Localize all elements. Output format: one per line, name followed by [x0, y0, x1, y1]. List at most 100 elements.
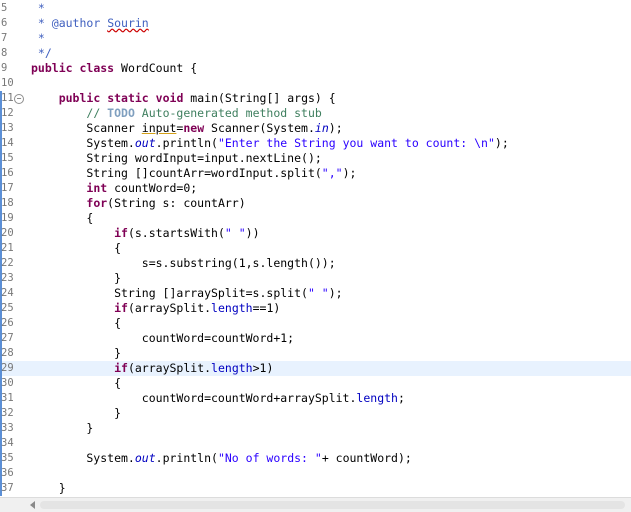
- line-number: 8: [1, 47, 8, 59]
- code-line[interactable]: 24 String []arraySplit=s.split(" ");: [0, 286, 631, 301]
- code-line[interactable]: 25 if(arraySplit.length==1): [0, 301, 631, 316]
- code-token: }: [31, 421, 94, 435]
- arrow-left-icon[interactable]: [30, 501, 35, 509]
- code-text: public static void main(String[] args) {: [31, 91, 336, 106]
- code-token: if: [114, 226, 128, 240]
- line-number: 24: [1, 287, 14, 299]
- line-number: 5: [1, 2, 8, 14]
- code-token: *: [31, 1, 45, 15]
- code-line[interactable]: 18 for(String s: countArr): [0, 196, 631, 211]
- code-token: *: [31, 31, 45, 45]
- code-token: ",": [321, 166, 343, 180]
- minus-icon[interactable]: −: [14, 94, 24, 104]
- code-text: s=s.substring(1,s.length());: [31, 256, 336, 271]
- code-token: s=s.substring(1,s.length());: [31, 256, 336, 270]
- code-line[interactable]: 5 *: [0, 1, 631, 16]
- code-token: */: [31, 46, 52, 60]
- code-text: int countWord=0;: [31, 181, 197, 196]
- code-token: @author: [51, 16, 101, 30]
- code-text: // TODO Auto-generated method stub: [31, 106, 321, 121]
- code-token: "No of words: ": [217, 451, 322, 465]
- code-line[interactable]: 35 System.out.println("No of words: "+ c…: [0, 451, 631, 466]
- code-line[interactable]: 15 String wordInput=input.nextLine();: [0, 151, 631, 166]
- code-line[interactable]: 30 {: [0, 376, 631, 391]
- code-line[interactable]: 13 Scanner input=new Scanner(System.in);: [0, 121, 631, 136]
- code-line[interactable]: 33 }: [0, 421, 631, 436]
- line-number: 30: [1, 377, 14, 389]
- scrollbar-track[interactable]: [40, 501, 625, 509]
- code-token: (String s: countArr): [107, 196, 246, 210]
- code-line[interactable]: 10: [0, 76, 631, 91]
- horizontal-scrollbar[interactable]: [0, 497, 631, 512]
- line-number: 36: [1, 467, 14, 479]
- code-token: System.: [31, 136, 135, 150]
- code-line[interactable]: 37 }: [0, 481, 631, 496]
- code-line[interactable]: 31 countWord=countWord+arraySplit.length…: [0, 391, 631, 406]
- code-token: }: [31, 271, 122, 285]
- code-text: }: [31, 406, 121, 421]
- code-text: }: [31, 346, 121, 361]
- line-number: 25: [1, 302, 14, 314]
- code-text: System.out.println("No of words: "+ coun…: [31, 451, 412, 466]
- code-text: if(s.startsWith(" ")): [31, 226, 259, 241]
- code-text: }: [31, 421, 93, 436]
- code-text: countWord=countWord+arraySplit.length;: [31, 391, 405, 406]
- code-line[interactable]: 20 if(s.startsWith(" ")): [0, 226, 631, 241]
- code-line[interactable]: 36: [0, 466, 631, 481]
- line-number: 20: [1, 227, 14, 239]
- code-token: String wordInput=input.nextLine();: [31, 151, 322, 165]
- code-token: WordCount {: [114, 61, 198, 75]
- code-line[interactable]: 17 int countWord=0;: [0, 181, 631, 196]
- code-text: if(arraySplit.length>1): [31, 361, 273, 376]
- code-token: + countWord);: [321, 451, 412, 465]
- code-line[interactable]: 26 {: [0, 316, 631, 331]
- code-token: new: [183, 121, 205, 135]
- code-line[interactable]: 9 public class WordCount {: [0, 61, 631, 76]
- code-line[interactable]: 28 }: [0, 346, 631, 361]
- code-token: for: [86, 196, 108, 210]
- code-text: Scanner input=new Scanner(System.in);: [31, 121, 342, 136]
- code-line[interactable]: 16 String []countArr=wordInput.split(","…: [0, 166, 631, 181]
- code-line[interactable]: 34: [0, 436, 631, 451]
- code-token: Sourin: [107, 16, 149, 30]
- code-token: {: [31, 316, 122, 330]
- code-token: >1): [252, 361, 274, 375]
- code-line[interactable]: 8 */: [0, 46, 631, 61]
- code-token: input: [141, 121, 177, 135]
- code-line[interactable]: 11− public static void main(String[] arg…: [0, 91, 631, 106]
- code-token: public: [58, 91, 101, 105]
- line-number: 18: [1, 197, 14, 209]
- code-line[interactable]: 29 if(arraySplit.length>1): [0, 361, 631, 376]
- line-number: 22: [1, 257, 14, 269]
- code-line[interactable]: 27 countWord=countWord+1;: [0, 331, 631, 346]
- code-line[interactable]: 32 }: [0, 406, 631, 421]
- code-line[interactable]: 21 {: [0, 241, 631, 256]
- code-token: {: [31, 376, 122, 390]
- code-line[interactable]: 14 System.out.println("Enter the String …: [0, 136, 631, 151]
- code-token: Scanner(System.: [204, 121, 315, 135]
- code-token: main(String[] args) {: [183, 91, 336, 105]
- code-line[interactable]: 6 * @author Sourin: [0, 16, 631, 31]
- code-line[interactable]: 12 // TODO Auto-generated method stub: [0, 106, 631, 121]
- code-token: );: [328, 286, 343, 300]
- code-line[interactable]: 7 *: [0, 31, 631, 46]
- code-text: if(arraySplit.length==1): [31, 301, 280, 316]
- code-token: " ": [224, 226, 246, 240]
- code-line[interactable]: 23 }: [0, 271, 631, 286]
- line-number: 12: [1, 107, 14, 119]
- code-token: countWord=0;: [107, 181, 198, 195]
- code-text: String []countArr=wordInput.split(",");: [31, 166, 356, 181]
- code-line[interactable]: 22 s=s.substring(1,s.length());: [0, 256, 631, 271]
- code-token: String []arraySplit=s.split(: [31, 286, 308, 300]
- line-number: 29: [1, 362, 14, 374]
- code-line[interactable]: 19 {: [0, 211, 631, 226]
- line-number: 16: [1, 167, 14, 179]
- code-token: }: [31, 481, 66, 495]
- code-editor[interactable]: 5 * 6 * @author Sourin 7 * 8 */9 public clas…: [0, 0, 631, 497]
